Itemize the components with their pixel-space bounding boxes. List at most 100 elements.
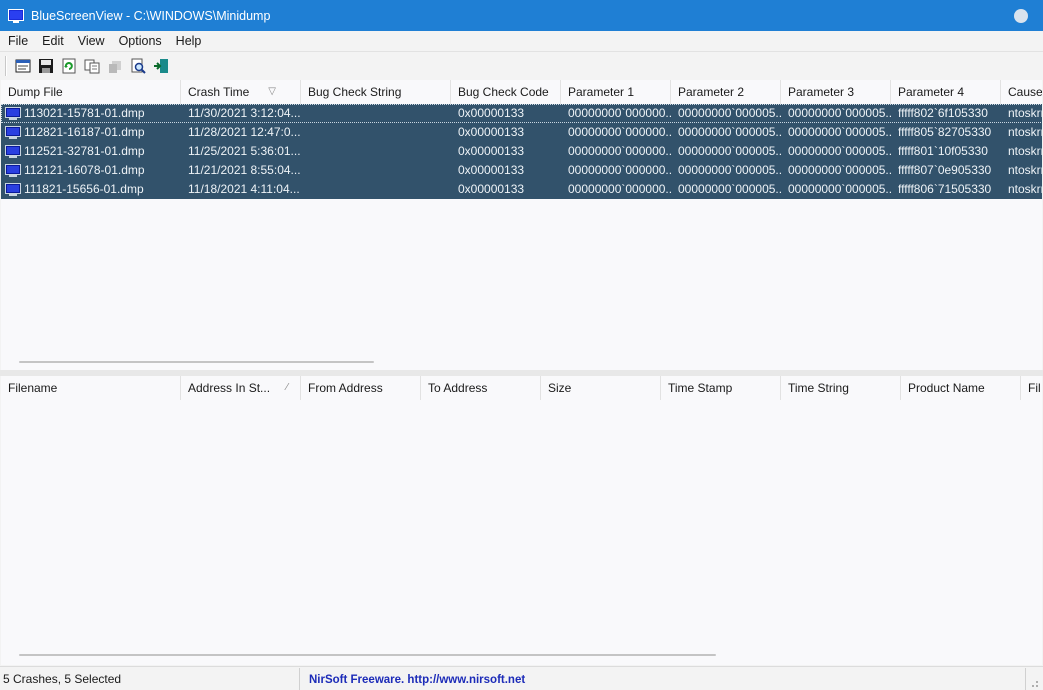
column-header-parameter-4[interactable]: Parameter 4 [891,80,1001,104]
copy-icon [84,59,99,73]
cell-parameter-3: 00000000`000005... [788,182,891,196]
exit-button[interactable] [149,55,172,77]
column-header-bug-check-string[interactable]: Bug Check String [301,80,451,104]
cell-bug-check-code: 0x00000133 [458,106,525,120]
menu-view[interactable]: View [70,34,111,48]
nirsoft-link[interactable]: NirSoft Freeware. http://www.nirsoft.net [303,674,525,686]
crash-list[interactable]: Dump File Crash Time ▽ Bug Check String B… [1,80,1042,370]
cell-crash-time: 11/28/2021 12:47:0... [188,125,301,139]
refresh-button[interactable] [57,55,80,77]
cell-crash-time: 11/25/2021 5:36:01... [188,144,301,158]
cell-crash-time: 11/30/2021 3:12:04... [188,106,301,120]
app-icon [8,8,24,24]
crash-row[interactable]: 112821-16187-01.dmp 11/28/2021 12:47:0...… [1,123,1042,142]
crash-row[interactable]: 112121-16078-01.dmp 11/21/2021 8:55:04...… [1,161,1042,180]
column-header-parameter-2[interactable]: Parameter 2 [671,80,781,104]
cell-parameter-1: 00000000`000000... [568,163,671,177]
cell-bug-check-string [301,161,451,180]
driver-list[interactable]: Filename Address In St... ⁄ From Address … [1,376,1042,665]
cell-parameter-1: 00000000`000000... [568,125,671,139]
crash-row[interactable]: 113021-15781-01.dmp 11/30/2021 3:12:04...… [1,104,1042,123]
dump-file-name: 113021-15781-01.dmp [24,106,145,120]
copy-button[interactable] [80,55,103,77]
menu-file[interactable]: File [0,34,34,48]
cell-dump-file: 113021-15781-01.dmp [1,104,181,123]
window-control-button[interactable] [1014,9,1028,23]
cell-crash-time: 11/18/2021 4:11:04... [188,182,300,196]
save-icon [38,58,53,73]
cell-bug-check-string [301,123,451,142]
dump-file-name: 112821-16187-01.dmp [24,125,145,139]
column-header-time-string[interactable]: Time String [781,376,901,400]
title-bar: BlueScreenView - C:\WINDOWS\Minidump [0,0,1043,31]
dump-file-icon [5,144,21,158]
cell-parameter-3: 00000000`000005... [788,125,891,139]
cell-parameter-2: 00000000`000005... [678,106,781,120]
dump-file-name: 111821-15656-01.dmp [24,182,144,196]
column-header-crash-time[interactable]: Crash Time ▽ [181,80,301,104]
menu-options[interactable]: Options [111,34,168,48]
menu-help[interactable]: Help [168,34,208,48]
dump-file-icon [5,163,21,177]
cell-dump-file: 112821-16187-01.dmp [1,123,181,142]
delete-icon [108,60,121,73]
toolbar-grip [5,55,7,76]
driver-list-header: Filename Address In St... ⁄ From Address … [1,376,1042,400]
cell-parameter-2: 00000000`000005... [678,125,781,139]
cell-bug-check-code: 0x00000133 [458,182,525,196]
properties-button[interactable] [11,55,34,77]
cell-dump-file: 112521-32781-01.dmp [1,142,181,161]
dump-file-icon [5,125,21,139]
save-button[interactable] [34,55,57,77]
column-header-from-address[interactable]: From Address [301,376,421,400]
column-header-to-address[interactable]: To Address [421,376,541,400]
resize-grip-icon[interactable] [1029,678,1039,688]
cell-bug-check-code: 0x00000133 [458,125,525,139]
cell-parameter-3: 00000000`000005... [788,163,891,177]
column-header-address-in-stack[interactable]: Address In St... ⁄ [181,376,301,400]
cell-cause: ntoskrr [1008,106,1042,120]
crash-list-header: Dump File Crash Time ▽ Bug Check String B… [1,80,1042,104]
column-header-time-stamp[interactable]: Time Stamp [661,376,781,400]
cell-cause: ntoskrr [1008,125,1042,139]
dump-file-icon [5,106,21,120]
cell-parameter-4: fffff806`71505330 [898,182,992,196]
column-header-product-name[interactable]: Product Name [901,376,1021,400]
cell-bug-check-string [301,180,451,199]
cell-parameter-2: 00000000`000005... [678,163,781,177]
delete-button[interactable] [103,55,126,77]
cell-cause: ntoskrr [1008,144,1042,158]
dump-file-name: 112521-32781-01.dmp [24,144,145,158]
cell-parameter-1: 00000000`000000... [568,144,671,158]
column-header-parameter-1[interactable]: Parameter 1 [561,80,671,104]
crash-row[interactable]: 112521-32781-01.dmp 11/25/2021 5:36:01...… [1,142,1042,161]
cell-parameter-2: 00000000`000005... [678,182,781,196]
column-header-cause[interactable]: Cause [1001,80,1042,104]
column-header-dump-file[interactable]: Dump File [1,80,181,104]
find-button[interactable] [126,55,149,77]
horizontal-scrollbar[interactable] [19,654,716,656]
status-link-panel: NirSoft Freeware. http://www.nirsoft.net [300,667,1026,690]
cell-parameter-4: fffff805`82705330 [898,125,992,139]
cell-crash-time: 11/21/2021 8:55:04... [188,163,301,177]
cell-dump-file: 111821-15656-01.dmp [1,180,181,199]
status-summary: 5 Crashes, 5 Selected [0,667,300,690]
column-header-parameter-3[interactable]: Parameter 3 [781,80,891,104]
cell-parameter-3: 00000000`000005... [788,106,891,120]
column-header-bug-check-code[interactable]: Bug Check Code [451,80,561,104]
crash-rows: 113021-15781-01.dmp 11/30/2021 3:12:04...… [1,104,1042,199]
column-header-file[interactable]: Fil [1021,376,1042,400]
sort-descending-icon: ▽ [268,86,276,97]
cell-cause: ntoskrr [1008,182,1042,196]
crash-row[interactable]: 111821-15656-01.dmp 11/18/2021 4:11:04...… [1,180,1042,199]
horizontal-scrollbar[interactable] [19,361,374,363]
cell-bug-check-string [301,142,451,161]
menu-edit[interactable]: Edit [34,34,70,48]
column-header-size[interactable]: Size [541,376,661,400]
column-header-label: Address In St... [188,381,271,395]
column-header-label: Crash Time [188,85,250,99]
window-title: BlueScreenView - C:\WINDOWS\Minidump [31,8,271,23]
column-header-filename[interactable]: Filename [1,376,181,400]
cell-bug-check-string [301,104,451,123]
cell-cause: ntoskrr [1008,163,1042,177]
